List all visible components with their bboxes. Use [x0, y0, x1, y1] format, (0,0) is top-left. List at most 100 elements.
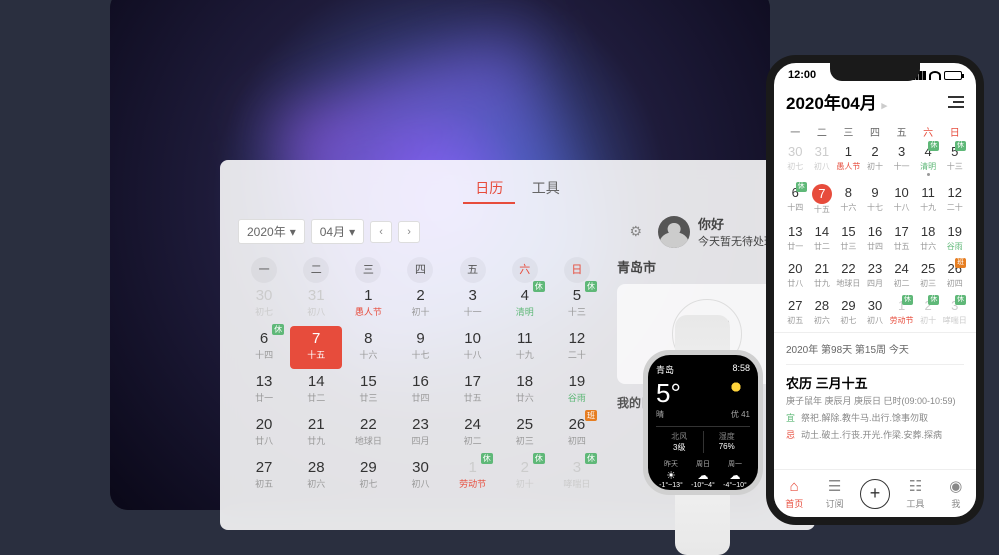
day-cell[interactable]: 2初十休 [499, 455, 551, 498]
tab-calendar[interactable]: 日历 [463, 174, 515, 204]
dow-header: 二 [809, 120, 836, 143]
home-icon: ⌂ [785, 477, 803, 495]
day-cell[interactable]: 3哮喘日休 [941, 297, 968, 326]
day-cell[interactable]: 12二十 [941, 184, 968, 215]
day-cell[interactable]: 20廿八 [238, 412, 290, 455]
widget-tabs: 日历 工具 [238, 174, 797, 204]
day-cell[interactable]: 1劳动节休 [447, 455, 499, 498]
day-cell[interactable]: 14廿二 [809, 223, 836, 252]
day-cell[interactable]: 1愚人节 [342, 283, 394, 326]
day-cell[interactable]: 13廿一 [782, 223, 809, 252]
day-cell[interactable]: 5十三休 [551, 283, 603, 326]
day-cell[interactable]: 26初四班 [551, 412, 603, 455]
dow-header: 一 [251, 257, 277, 283]
day-cell[interactable]: 2初十休 [915, 297, 942, 326]
day-cell[interactable]: 1愚人节 [835, 143, 862, 176]
day-cell[interactable]: 15廿三 [342, 369, 394, 412]
day-cell[interactable]: 7十五 [290, 326, 342, 369]
tab-me[interactable]: ◉我 [936, 470, 976, 517]
day-cell[interactable]: 10十八 [447, 326, 499, 369]
day-cell[interactable]: 25初三 [915, 260, 942, 289]
day-cell[interactable]: 21廿九 [809, 260, 836, 289]
day-cell[interactable]: 30初八 [862, 297, 889, 326]
day-cell[interactable]: 30初八 [394, 455, 446, 498]
day-cell[interactable]: 2初十 [862, 143, 889, 176]
day-cell[interactable]: 12二十 [551, 326, 603, 369]
day-cell[interactable]: 31初八 [809, 143, 836, 176]
forecast-item: 周日☁-10°~4° [688, 459, 718, 489]
forecast-item: 周一☁-4°~10° [720, 459, 750, 489]
dow-header: 日 [564, 257, 590, 283]
day-cell[interactable]: 11十九 [499, 326, 551, 369]
day-cell[interactable]: 16廿四 [394, 369, 446, 412]
menu-icon[interactable] [948, 96, 964, 108]
day-cell[interactable]: 22地球日 [342, 412, 394, 455]
day-cell[interactable]: 20廿八 [782, 260, 809, 289]
day-cell[interactable]: 6十四休 [782, 184, 809, 215]
day-cell[interactable]: 27初五 [238, 455, 290, 498]
day-cell[interactable]: 3哮喘日休 [551, 455, 603, 498]
day-cell[interactable]: 18廿六 [915, 223, 942, 252]
day-cell[interactable]: 18廿六 [499, 369, 551, 412]
day-cell[interactable]: 14廿二 [290, 369, 342, 412]
day-cell[interactable]: 4清明休 [499, 283, 551, 326]
day-cell[interactable]: 17廿五 [447, 369, 499, 412]
day-cell[interactable]: 8十六 [342, 326, 394, 369]
day-cell[interactable]: 29初七 [835, 297, 862, 326]
day-cell[interactable]: 21廿九 [290, 412, 342, 455]
phone-mockup: 12:00 2020年04月 ▸ 一二三四五六日 30初七31初八1愚人节2初十… [766, 55, 984, 525]
forecast-item: 昨天☀-1°~13° [656, 459, 686, 489]
tab-tools[interactable]: ☷工具 [895, 470, 935, 517]
day-cell[interactable]: 13廿一 [238, 369, 290, 412]
phone-title[interactable]: 2020年04月 ▸ [786, 89, 887, 114]
next-month-button[interactable]: › [398, 221, 420, 243]
tab-subscribe[interactable]: ☰订阅 [814, 470, 854, 517]
month-picker[interactable]: 04月 ▾ [311, 219, 364, 244]
day-cell[interactable]: 7十五 [809, 184, 836, 215]
day-cell[interactable]: 17廿五 [888, 223, 915, 252]
day-cell[interactable]: 2初十 [394, 283, 446, 326]
day-cell[interactable]: 1劳动节休 [888, 297, 915, 326]
tab-tools[interactable]: 工具 [520, 174, 572, 202]
day-cell[interactable]: 26初四班 [941, 260, 968, 289]
filter-icon[interactable]: ⚙ [629, 223, 642, 240]
dow-header: 六 [915, 120, 942, 143]
dow-header: 四 [407, 257, 433, 283]
day-cell[interactable]: 28初六 [809, 297, 836, 326]
day-cell[interactable]: 23四月 [862, 260, 889, 289]
day-cell[interactable]: 8十六 [835, 184, 862, 215]
day-cell[interactable]: 25初三 [499, 412, 551, 455]
day-cell[interactable]: 30初七 [238, 283, 290, 326]
day-cell[interactable]: 22地球日 [835, 260, 862, 289]
tab-add[interactable]: + [855, 470, 895, 517]
tab-home[interactable]: ⌂首页 [774, 470, 814, 517]
day-cell[interactable]: 9十七 [862, 184, 889, 215]
phone-calendar-grid: 30初七31初八1愚人节2初十3十一4清明休5十三休6十四休7十五8十六9十七1… [774, 143, 976, 326]
day-cell[interactable]: 19谷雨 [551, 369, 603, 412]
day-cell[interactable]: 19谷雨 [941, 223, 968, 252]
day-cell[interactable]: 5十三休 [941, 143, 968, 176]
day-cell[interactable]: 28初六 [290, 455, 342, 498]
watch-screen: 青岛8:58 5° 晴优 41 北风3级 湿度76% 昨天☀-1°~13°周日☁… [648, 355, 758, 490]
dow-header: 三 [355, 257, 381, 283]
day-cell[interactable]: 27初五 [782, 297, 809, 326]
day-cell[interactable]: 30初七 [782, 143, 809, 176]
day-cell[interactable]: 15廿三 [835, 223, 862, 252]
day-cell[interactable]: 10十八 [888, 184, 915, 215]
dow-header: 五 [888, 120, 915, 143]
day-cell[interactable]: 6十四休 [238, 326, 290, 369]
watch-mockup: 青岛8:58 5° 晴优 41 北风3级 湿度76% 昨天☀-1°~13°周日☁… [625, 315, 780, 555]
day-cell[interactable]: 24初二 [447, 412, 499, 455]
day-cell[interactable]: 24初二 [888, 260, 915, 289]
day-cell[interactable]: 4清明休 [915, 143, 942, 176]
day-cell[interactable]: 23四月 [394, 412, 446, 455]
prev-month-button[interactable]: ‹ [370, 221, 392, 243]
day-cell[interactable]: 16廿四 [862, 223, 889, 252]
day-cell[interactable]: 31初八 [290, 283, 342, 326]
day-cell[interactable]: 29初七 [342, 455, 394, 498]
day-cell[interactable]: 3十一 [888, 143, 915, 176]
day-cell[interactable]: 11十九 [915, 184, 942, 215]
day-cell[interactable]: 9十七 [394, 326, 446, 369]
year-picker[interactable]: 2020年 ▾ [238, 219, 305, 244]
day-cell[interactable]: 3十一 [447, 283, 499, 326]
